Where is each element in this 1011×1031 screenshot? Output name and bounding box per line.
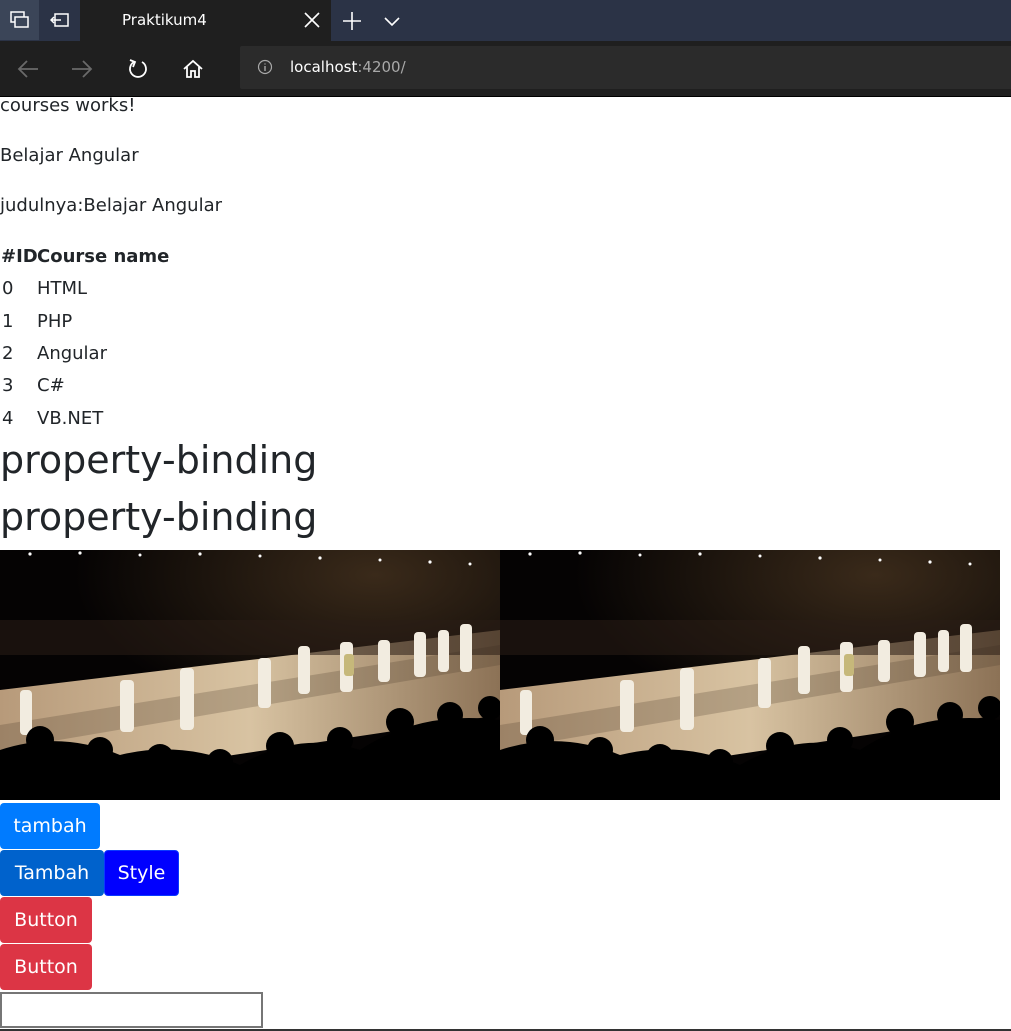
- url-path: :4200/: [357, 58, 406, 76]
- table-header-course-name: Course name: [37, 246, 170, 267]
- property-binding-heading-2: property-binding: [0, 495, 318, 539]
- danger-button-1[interactable]: Button: [0, 897, 92, 943]
- course-title-text: Belajar Angular: [0, 145, 139, 166]
- home-icon: [183, 59, 203, 78]
- table-cell-id: 4: [2, 408, 14, 429]
- tab-title: Praktikum4: [122, 11, 207, 29]
- close-icon[interactable]: [303, 11, 321, 29]
- info-icon[interactable]: [257, 59, 273, 75]
- courses-works-text: courses works!: [0, 95, 136, 116]
- style-button[interactable]: Style: [104, 850, 179, 896]
- table-cell-id: 0: [2, 278, 14, 299]
- table-cell-name: PHP: [37, 311, 73, 332]
- judulnya-text: judulnya:Belajar Angular: [0, 195, 222, 216]
- tab-actions-button[interactable]: [0, 0, 39, 40]
- table-cell-name: C#: [37, 375, 65, 396]
- refresh-icon: [129, 59, 147, 78]
- tabs-aside-icon: [9, 11, 29, 28]
- active-tab[interactable]: Praktikum4: [80, 0, 331, 41]
- tambah-button[interactable]: Tambah: [0, 850, 104, 896]
- table-cell-id: 2: [2, 343, 14, 364]
- runway-image-2: [500, 550, 1000, 800]
- table-cell-name: HTML: [37, 278, 88, 299]
- property-binding-heading-1: property-binding: [0, 438, 318, 482]
- chevron-down-icon[interactable]: [382, 11, 402, 31]
- forward-button[interactable]: [67, 54, 97, 84]
- url-text: localhost:4200/: [290, 58, 406, 76]
- tambah-button-lower[interactable]: tambah: [0, 803, 100, 849]
- runway-photo: [0, 550, 500, 800]
- back-arrow-icon: [17, 60, 38, 78]
- new-tab-icon[interactable]: [342, 11, 362, 31]
- runway-image-1: [0, 550, 500, 800]
- tab-bar: Praktikum4: [0, 0, 1011, 41]
- browser-toolbar: localhost:4200/: [0, 41, 1011, 97]
- forward-arrow-icon: [72, 60, 93, 78]
- refresh-button[interactable]: [123, 54, 153, 84]
- set-aside-icon: [49, 13, 69, 27]
- back-button[interactable]: [13, 54, 43, 84]
- runway-photo: [500, 550, 1000, 800]
- home-button[interactable]: [178, 54, 208, 84]
- set-aside-tabs-button[interactable]: [40, 0, 79, 40]
- danger-button-2[interactable]: Button: [0, 944, 92, 990]
- table-cell-name: VB.NET: [37, 408, 104, 429]
- text-input[interactable]: [0, 992, 263, 1028]
- address-bar[interactable]: localhost:4200/: [240, 46, 1011, 89]
- table-header-id: #ID: [1, 246, 38, 267]
- table-cell-name: Angular: [37, 343, 107, 364]
- table-cell-id: 1: [2, 311, 14, 332]
- table-cell-id: 3: [2, 375, 14, 396]
- url-host: localhost: [290, 58, 358, 76]
